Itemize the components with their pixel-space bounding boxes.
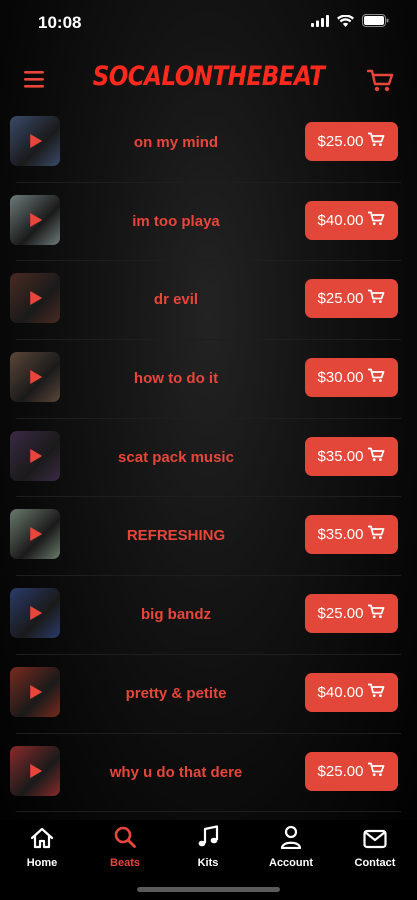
add-to-cart-button[interactable]: $25.00 <box>305 279 398 319</box>
price-label: $35.00 <box>317 526 364 544</box>
battery-icon <box>362 14 389 32</box>
beat-title: on my mind <box>133 134 219 151</box>
price-label: $35.00 <box>317 447 364 465</box>
add-to-cart-button[interactable]: $35.00 <box>305 515 398 555</box>
add-to-cart-button[interactable]: $40.00 <box>305 672 398 712</box>
status-icons <box>311 14 389 32</box>
app-header: SOCALONTHEBEAT <box>0 58 417 104</box>
price-label: $25.00 <box>317 762 364 780</box>
person-icon <box>280 825 302 854</box>
beat-thumbnail[interactable] <box>10 430 60 481</box>
price-label: $40.00 <box>317 683 364 701</box>
cart-icon <box>368 683 385 702</box>
beat-title: why u do that dere <box>109 763 243 781</box>
add-to-cart-button[interactable]: $25.00 <box>305 122 398 161</box>
add-to-cart-button[interactable]: $25.00 <box>305 751 398 791</box>
status-time: 10:08 <box>38 13 82 32</box>
cart-icon <box>368 604 385 623</box>
cart-icon <box>368 368 385 387</box>
cart-button[interactable] <box>366 68 395 94</box>
beat-row[interactable]: scat pack music $35.00 <box>0 419 417 498</box>
cart-icon <box>368 762 385 781</box>
home-icon <box>30 827 54 854</box>
play-icon <box>30 370 43 385</box>
search-icon <box>113 825 137 854</box>
beat-row[interactable]: why u do that dere $25.00 <box>0 734 417 813</box>
tab-label: Contact <box>354 857 396 869</box>
beat-row[interactable]: big bandz $25.00 <box>0 576 417 655</box>
play-icon <box>30 134 43 148</box>
music-note-icon <box>197 825 219 854</box>
beat-row[interactable]: im too playa $40.00 <box>0 183 417 262</box>
play-icon <box>30 527 43 542</box>
price-label: $25.00 <box>317 605 364 623</box>
beat-thumbnail[interactable] <box>10 666 60 717</box>
tab-kits[interactable]: Kits <box>173 825 243 869</box>
tab-contact[interactable]: Contact <box>340 828 410 869</box>
beat-title: scat pack music <box>118 448 234 466</box>
add-to-cart-button[interactable]: $35.00 <box>305 436 398 476</box>
beat-thumbnail[interactable] <box>10 352 60 403</box>
beat-title: dr evil <box>153 291 199 309</box>
status-bar: 10:08 <box>0 0 417 48</box>
home-indicator <box>137 887 280 892</box>
cart-icon <box>368 289 385 308</box>
mail-icon <box>363 829 387 854</box>
beat-title: big bandz <box>141 606 211 624</box>
beat-row[interactable]: pretty & petite $40.00 <box>0 655 417 734</box>
beat-thumbnail[interactable] <box>10 745 60 796</box>
beat-row[interactable]: REFRESHING $35.00 <box>0 497 417 576</box>
beat-row[interactable]: dr evil $25.00 <box>0 261 417 340</box>
cart-icon <box>368 132 385 151</box>
price-label: $25.00 <box>317 290 364 308</box>
cart-icon <box>368 211 385 230</box>
price-label: $30.00 <box>317 369 364 387</box>
tab-label: Home <box>26 857 58 869</box>
play-icon <box>30 291 43 306</box>
play-icon <box>30 606 43 621</box>
price-label: $25.00 <box>317 133 364 150</box>
price-label: $40.00 <box>317 211 364 229</box>
play-icon <box>30 212 43 227</box>
tab-home[interactable]: Home <box>7 827 77 869</box>
cart-icon <box>368 447 385 466</box>
beat-list: on my mind $25.00 im too playa $40.00 dr… <box>0 104 417 812</box>
tab-label: Beats <box>110 857 140 869</box>
wifi-icon <box>337 14 354 32</box>
play-icon <box>30 684 43 699</box>
cart-icon <box>368 525 385 544</box>
beat-title: im too playa <box>132 212 220 230</box>
tab-beats[interactable]: Beats <box>90 825 160 869</box>
add-to-cart-button[interactable]: $40.00 <box>305 200 398 240</box>
beat-thumbnail[interactable] <box>10 194 60 245</box>
beat-row[interactable]: how to do it $30.00 <box>0 340 417 419</box>
beat-title: pretty & petite <box>125 684 227 702</box>
signal-icon <box>311 14 329 32</box>
beat-thumbnail[interactable] <box>10 116 60 166</box>
add-to-cart-button[interactable]: $30.00 <box>305 358 398 398</box>
tab-label: Kits <box>197 857 219 869</box>
add-to-cart-button[interactable]: $25.00 <box>305 594 398 634</box>
beat-thumbnail[interactable] <box>10 273 60 324</box>
beat-row[interactable]: on my mind $25.00 <box>0 104 417 183</box>
play-icon <box>30 448 43 463</box>
tab-label: Account <box>269 857 313 869</box>
beat-thumbnail[interactable] <box>10 588 60 639</box>
play-icon <box>30 763 43 778</box>
tab-account[interactable]: Account <box>256 825 326 869</box>
beat-thumbnail[interactable] <box>10 509 60 560</box>
brand-logo: SOCALONTHEBEAT <box>92 62 325 92</box>
cart-icon <box>366 69 395 98</box>
beat-title: REFRESHING <box>126 527 226 545</box>
beat-title: how to do it <box>133 370 219 388</box>
